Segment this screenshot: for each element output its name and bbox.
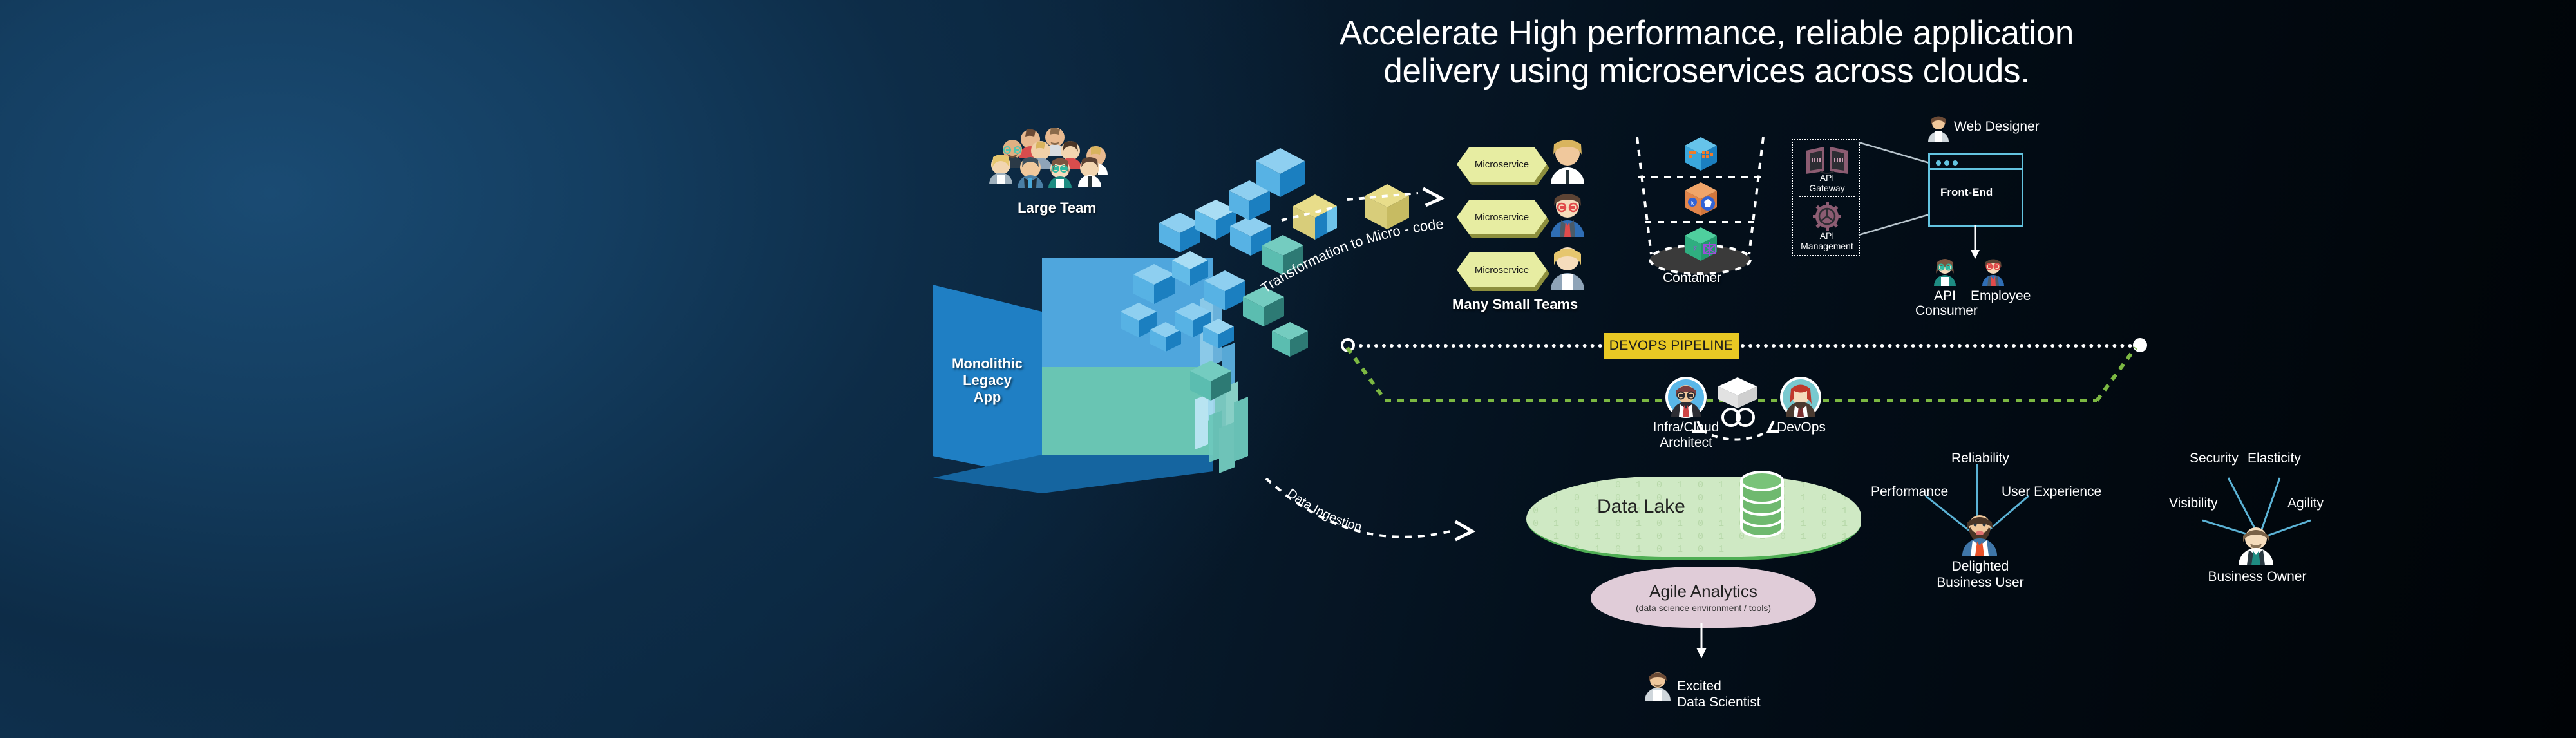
container-funnel-group: k Σ Container [1623,132,1777,299]
business-owner-attribute-security: Security [2190,451,2239,466]
small-team-avatar-3-icon [1551,247,1584,290]
docker-container-cube-icon [1685,137,1717,171]
business-owner-attribute-agility: Agility [2287,496,2324,511]
microservice-label-3: Microservice [1457,252,1547,287]
microservice-hexagon-3[interactable]: Microservice [1457,252,1549,291]
data-lake-binary-texture: 0 1 0 1 0 1 0 1 0 1 0 1 0 1 0 1 0 1 0 1 … [1533,480,1853,555]
api-consumer-label-line2: Consumer [1915,303,1978,319]
api-gateway-icon [1806,147,1848,174]
small-team-avatar-2-icon [1551,194,1584,237]
web-designer-avatar-icon [1928,116,1949,142]
excited-data-scientist-label: Excited Data Scientist [1677,679,1761,711]
business-owner-attribute-elasticity: Elasticity [2248,451,2301,466]
devops-label: DevOps [1777,420,1826,435]
small-team-avatar-1-icon [1551,140,1584,184]
transformation-label-text: Transformation to Micro - code [1258,216,1444,296]
business-user-name-line2: Business User [1937,574,2024,590]
agile-analytics-blob: Agile Analytics (data science environmen… [1591,567,1816,628]
api-management-label-line1: API [1819,231,1835,241]
api-consumer-label: API Consumer [1915,289,1978,319]
api-management-gear-icon [1813,202,1841,231]
business-user-attribute-reliability: Reliability [1951,451,2009,466]
api-consumer-avatar-icon [1934,259,1956,286]
analytics-down-arrow-icon [1696,623,1707,658]
mesos-container-cube-icon: Σ [1685,227,1717,261]
microservice-hexagon-2[interactable]: Microservice [1457,200,1549,238]
svg-text:Data Ingestion: Data Ingestion [1284,486,1363,535]
api-to-frontend-connectors [1858,141,1930,236]
container-label: Container [1663,270,1722,285]
agile-analytics-label: Agile Analytics [1649,582,1757,601]
microservice-hexagon-1[interactable]: Microservice [1457,147,1549,185]
business-owner-attribute-visibility: Visibility [2169,496,2218,511]
kubernetes-container-cube-icon: k [1685,182,1717,216]
api-gateway-label-line1: API [1819,173,1835,183]
data-scientist-label-line1: Excited [1677,679,1721,694]
microservice-label-1: Microservice [1457,147,1547,182]
api-management-label-line2: Management [1801,241,1853,252]
employee-label: Employee [1971,289,2031,303]
frontend-label: Front-End [1940,186,1993,198]
business-user-attribute-user-experience: User Experience [2002,484,2102,499]
delighted-business-user-label: Delighted Business User [1932,559,2029,591]
api-panel: API Gateway API Management [1792,139,1860,256]
api-gateway-label-line2: Gateway [1809,183,1845,194]
microservice-label-2: Microservice [1457,200,1547,234]
devops-avatar-icon [1780,377,1821,418]
database-cylinder-icon [1740,471,1784,538]
title-line-1: Accelerate High performance, reliable ap… [1339,14,2074,52]
window-dot-2-icon [1944,160,1949,166]
web-designer-label: Web Designer [1954,119,2040,134]
data-lake-label: Data Lake [1597,496,1685,517]
window-dot-1-icon [1936,160,1941,166]
window-dot-3-icon [1953,160,1958,166]
infra-cloud-architect-avatar-icon [1665,377,1707,418]
data-ingestion-arrow: Data Ingestion [1265,477,1476,542]
many-small-teams-label: Many Small Teams [1452,296,1578,312]
agile-analytics-sublabel: (data science environment / tools) [1635,603,1772,613]
business-owner-avatar-icon [2239,527,2273,565]
infographic-canvas: Accelerate High performance, reliable ap… [0,0,2576,738]
api-gateway-label: API Gateway [1793,173,1861,193]
data-ingestion-label: Data Ingestion [1284,486,1363,535]
data-scientist-label-line2: Data Scientist [1677,694,1761,710]
business-owner-label: Business Owner [2208,569,2307,584]
frontend-down-arrow-icon [1971,225,1980,259]
large-team-avatars-icon [989,128,1108,188]
monolith-label: Monolithic Legacy App [935,355,1039,406]
business-user-name-line1: Delighted [1951,559,2009,574]
excited-data-scientist-avatar-icon [1645,672,1671,701]
monolith-label-line3: App [973,388,1001,405]
api-panel-divider [1799,196,1855,197]
svg-text:Transformation to Micro - code: Transformation to Micro - code [1258,216,1444,296]
large-team-label: Large Team [1018,200,1096,216]
delighted-business-user-avatar-icon [1962,515,1997,556]
frontend-titlebar [1930,155,2022,170]
employee-avatar-icon [1982,259,2004,286]
monolith-label-line2: Legacy [963,372,1012,388]
page-title: Accelerate High performance, reliable ap… [1224,14,2190,91]
title-line-2: delivery using microservices across clou… [1383,52,2030,91]
large-team-group: Large Team [988,128,1124,216]
api-consumer-label-line1: API [1934,289,1956,303]
api-management-label: API Management [1793,231,1861,251]
business-user-attribute-performance: Performance [1871,484,1949,499]
data-lake-blob: 0 1 0 1 0 1 0 1 0 1 0 1 0 1 0 1 0 1 0 1 … [1526,477,1861,560]
frontend-window[interactable]: Front-End [1928,153,2023,227]
svg-text:Σ: Σ [1693,245,1698,253]
monolith-label-line1: Monolithic [952,355,1023,372]
